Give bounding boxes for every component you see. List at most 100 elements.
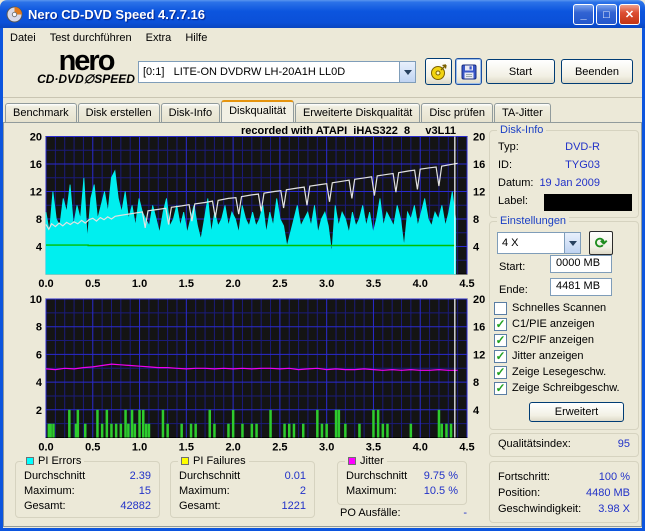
tab-disk-erstellen[interactable]: Disk erstellen [77,103,160,122]
drive-select-value: [0:1] LITE-ON DVDRW LH-20A1H LL0D [143,66,346,78]
pi-failures-group: PI Failures Durchschnitt 0.01 Maximum: 2 Gesa… [170,455,315,518]
tab-diskqualit-t[interactable]: Diskqualität [221,100,294,122]
disk-info-label: Typ: [498,141,519,153]
start-field-label: Start: [499,261,526,273]
checkbox-label: C2/PIF anzeigen [512,334,594,346]
svg-text:2.0: 2.0 [225,442,240,454]
disk-info-row: Typ: DVD-R [498,141,630,153]
pi-failures-label: Durchschnitt [179,470,241,482]
settings-title: Einstellungen [497,215,570,227]
speed-select[interactable]: 4 X [497,232,581,254]
disk-label-redacted [544,194,632,211]
checkbox-zeige-schreibgeschw-[interactable]: ✓ Zeige Schreibgeschw. [494,381,620,395]
svg-text:4: 4 [36,242,43,254]
progress-label: Fortschritt: [498,471,550,483]
svg-text:4: 4 [36,377,43,389]
jitter-row: Durchschnitt 9.75 % [346,470,458,482]
menu-item-extra[interactable]: Extra [139,30,179,46]
pi-errors-label: Maximum: [24,485,75,497]
quality-index-group: Qualitätsindex: 95 [489,433,639,457]
end-field[interactable]: 4481 MB [550,278,612,296]
disk-info-group: Disk-Info Typ: DVD-R ID: TYG03 Datum: 19 Jan … [489,124,639,218]
chevron-down-icon[interactable] [564,233,580,253]
tab-ta-jitter[interactable]: TA-Jitter [494,103,551,122]
svg-text:6: 6 [36,349,42,361]
chevron-down-icon[interactable] [399,62,415,82]
maximize-button[interactable]: □ [596,4,617,25]
menu-item-datei[interactable]: Datei [3,30,43,46]
pi-errors-label: Durchschnitt [24,470,86,482]
disk-info-value: DVD-R [565,141,600,153]
checkbox-label: Jitter anzeigen [512,350,584,362]
svg-text:20: 20 [473,132,485,144]
start-button[interactable]: Start [486,59,555,84]
jitter-row: Maximum: 10.5 % [346,485,458,497]
start-field[interactable]: 0000 MB [550,255,612,273]
floppy-disk-icon [461,64,476,79]
tab-disc-pr-fen[interactable]: Disc prüfen [421,103,494,122]
pi-errors-title: PI Errors [23,455,85,467]
checked-checkbox-icon[interactable]: ✓ [494,365,507,379]
svg-text:1.0: 1.0 [132,278,147,290]
svg-text:8: 8 [473,377,479,389]
jitter-group: Jitter Durchschnitt 9.75 % Maximum: 10.5 % [337,455,467,505]
pi-failures-title: PI Failures [178,455,249,467]
tab-disk-info[interactable]: Disk-Info [160,103,221,122]
pi-errors-value: 42882 [120,500,151,512]
progress-row: Fortschritt: 100 % [498,471,630,483]
checked-checkbox-icon[interactable]: ✓ [494,317,507,331]
checked-checkbox-icon[interactable]: ✓ [494,349,507,363]
pi-errors-row: Durchschnitt 2.39 [24,470,151,482]
quit-button[interactable]: Beenden [561,59,633,84]
refresh-disc-button[interactable]: ⟳ [589,231,613,255]
nero-logo-text: nero [58,45,116,77]
end-field-label: Ende: [499,284,528,296]
svg-text:8: 8 [36,322,42,334]
toolbar: nero CD·DVD∅SPEED [0:1] LITE-ON DVDRW LH… [3,47,642,98]
checked-checkbox-icon[interactable]: ✓ [494,333,507,347]
pi-failures-row: Maximum: 2 [179,485,306,497]
disk-info-row: ID: TYG03 [498,159,630,171]
jitter-label: Maximum: [346,485,397,497]
svg-text:4.0: 4.0 [413,442,428,454]
disk-info-label: Label: [498,195,528,207]
speed-select-value: 4 X [502,237,519,249]
advanced-button[interactable]: Erweitert [529,402,624,422]
svg-text:4: 4 [473,242,480,254]
tab-benchmark[interactable]: Benchmark [5,103,77,122]
minimize-button[interactable]: _ [573,4,594,25]
svg-text:16: 16 [473,159,485,171]
eject-disc-button[interactable] [425,58,452,85]
checkbox-zeige-lesegeschw-[interactable]: ✓ Zeige Lesegeschw. [494,365,606,379]
pi-failures-label: Maximum: [179,485,230,497]
pi-failures-row: Durchschnitt 0.01 [179,470,306,482]
progress-value: 3.98 X [598,503,630,515]
po-failures-label: PO Ausfälle: [340,507,401,519]
tab-erweiterte-diskqualit-t[interactable]: Erweiterte Diskqualität [294,103,421,122]
svg-text:3.5: 3.5 [366,278,381,290]
checkbox-c1-pie-anzeigen[interactable]: ✓ C1/PIE anzeigen [494,317,595,331]
save-button[interactable] [455,58,482,85]
disk-info-label: Datum: [498,177,534,189]
checkbox-schnelles-scannen[interactable]: Schnelles Scannen [494,301,606,315]
unchecked-checkbox-icon[interactable] [494,301,507,315]
menu-item-test-durchf-hren[interactable]: Test durchführen [43,30,139,46]
checkbox-label: C1/PIE anzeigen [512,318,595,330]
progress-label: Position: [498,487,541,499]
jitter-value: 9.75 % [423,470,458,482]
svg-text:2.0: 2.0 [225,278,240,290]
pi-errors-swatch-icon [26,457,34,465]
close-button[interactable]: ✕ [619,4,640,25]
pi-failures-swatch-icon [181,457,189,465]
checked-checkbox-icon[interactable]: ✓ [494,381,507,395]
disk-info-label: ID: [498,159,513,171]
svg-text:0.0: 0.0 [38,278,53,290]
pi-failures-row: Gesamt: 1221 [179,500,306,512]
checkbox-c2-pif-anzeigen[interactable]: ✓ C2/PIF anzeigen [494,333,594,347]
disk-info-value: 19 Jan 2009 [539,177,600,189]
checkbox-jitter-anzeigen[interactable]: ✓ Jitter anzeigen [494,349,584,363]
jitter-swatch-icon [348,457,356,465]
svg-text:4: 4 [473,405,480,417]
menu-item-hilfe[interactable]: Hilfe [178,30,214,46]
drive-select[interactable]: [0:1] LITE-ON DVDRW LH-20A1H LL0D [138,61,416,83]
